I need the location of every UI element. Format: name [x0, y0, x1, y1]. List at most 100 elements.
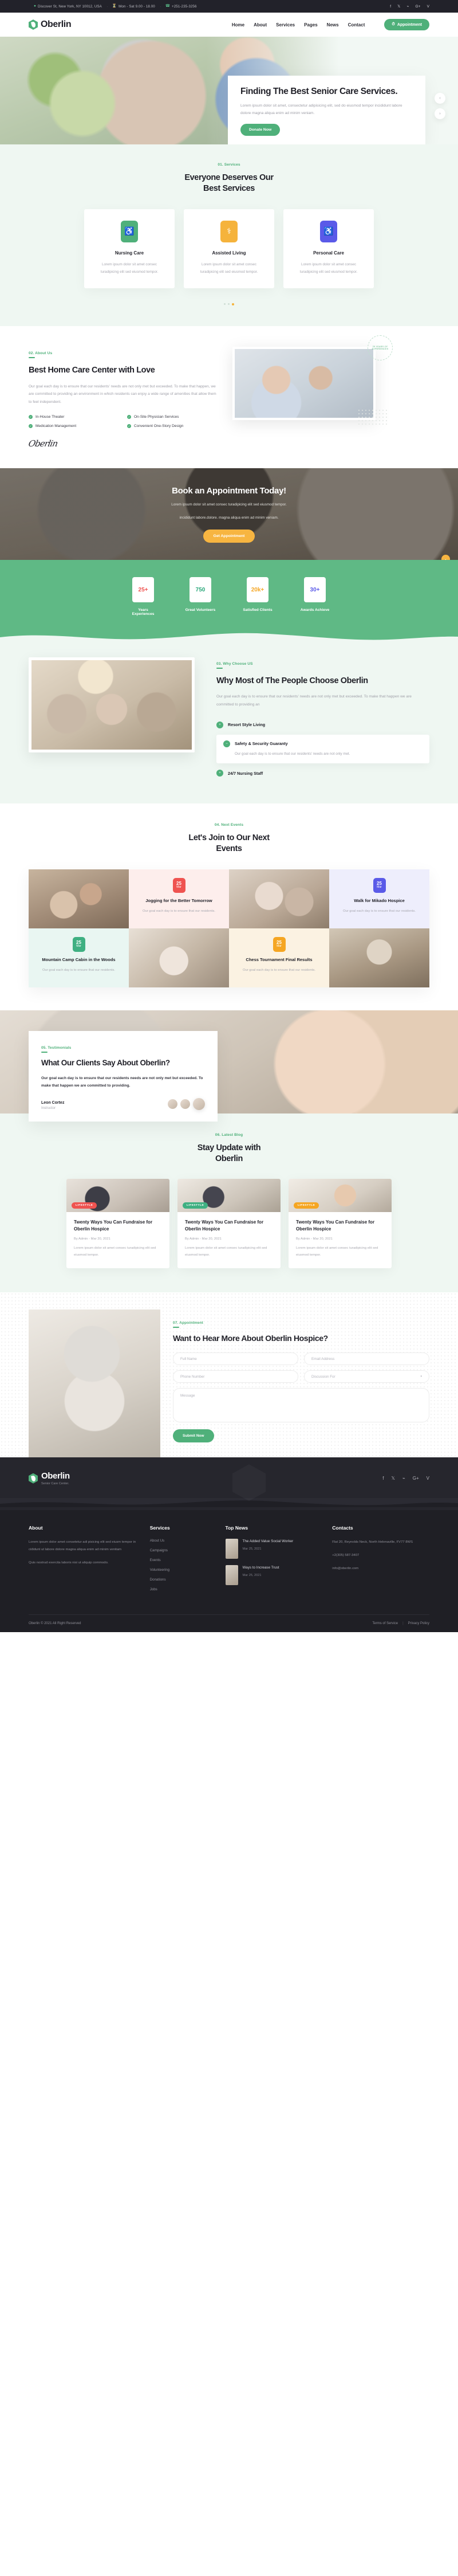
event-card[interactable]: 25 Mar Walk for Mikado Hospice Our goal …: [329, 869, 429, 928]
appointment-photo: [29, 1309, 160, 1458]
blog-thumbnail: LIFESTYLE: [289, 1179, 392, 1213]
donate-now-button[interactable]: Donate Now: [240, 123, 281, 136]
hero-carousel-arrows: ‹ ›: [435, 93, 445, 119]
event-title: Walk for Mikado Hospice: [354, 897, 405, 903]
footer-news-item[interactable]: The Added Value Social Worker Mar 25, 20…: [225, 1539, 320, 1559]
vimeo-icon[interactable]: V: [427, 5, 429, 9]
topbar-hours-text: Mon - Sat 9.00 - 18.00: [119, 4, 155, 9]
service-card[interactable]: ⚕ Assisted Living Lorem ipsum dolor sit …: [184, 209, 274, 288]
vimeo-icon[interactable]: V: [427, 1476, 429, 1481]
footer-link-campaigns[interactable]: Campaigns: [150, 1548, 213, 1552]
why-title: Why Most of The People Choose Oberlin: [216, 676, 368, 686]
event-date-badge: 25 Mar: [273, 936, 286, 952]
blog-tag[interactable]: LIFESTYLE: [183, 1202, 208, 1209]
accordion-item-nursing-staff[interactable]: + 24/7 Nursing Staff: [216, 766, 429, 781]
nav-item-news[interactable]: News: [327, 22, 339, 28]
testimonials-title: What Our Clients Say About Oberlin?: [41, 1058, 170, 1067]
accordion-item-safety-security[interactable]: − Safety & Security Guaranty Our goal ea…: [216, 734, 429, 764]
counter-label: Satisfied Clients: [243, 608, 273, 613]
footer-link-jobs[interactable]: Jobs: [150, 1587, 213, 1591]
why-photo: [29, 657, 195, 753]
accordion-title: Resort Style Living: [228, 722, 266, 728]
footer-topnews-heading: Top News: [225, 1525, 248, 1531]
blog-meta: By Admin - Mar 20, 2021: [185, 1237, 222, 1241]
plus-icon: +: [216, 770, 223, 777]
accordion-title: Safety & Security Guaranty: [235, 741, 288, 747]
carousel-dot[interactable]: [224, 303, 226, 305]
counter-item: 25+ Years Experiences: [127, 577, 159, 616]
blog-card[interactable]: LIFESTYLE Twenty Ways You Can Fundraise …: [289, 1179, 392, 1269]
services-title-line2: Best Services: [203, 183, 255, 193]
service-card[interactable]: ♿ Personal Care Lorem ipsum dolor sit am…: [283, 209, 374, 288]
services-title-line1: Everyone Deserves Our: [184, 173, 274, 182]
footer-contacts-heading: Contacts: [332, 1525, 353, 1531]
message-textarea[interactable]: Message: [173, 1388, 429, 1423]
footer-terms-link[interactable]: Terms of Service: [372, 1622, 398, 1625]
avatar[interactable]: [168, 1099, 177, 1109]
footer-contact-phone[interactable]: +2(305) 587-3407: [332, 1552, 429, 1559]
rss-icon[interactable]: ⌁: [406, 4, 409, 9]
footer-topnews-column: Top News The Added Value Social Worker M…: [225, 1525, 320, 1597]
service-title: Nursing Care: [114, 250, 144, 256]
footer-news-item[interactable]: Ways to Increase Trust Mar 25, 2021: [225, 1565, 320, 1586]
feature-label: Medication Management: [35, 424, 77, 429]
event-card[interactable]: 25 Mar Chess Tournament Final Results Ou…: [229, 928, 329, 987]
service-card[interactable]: ♿ Nursing Care Lorem ipsum dolor sit ame…: [84, 209, 175, 288]
carousel-dot-active[interactable]: [232, 303, 234, 305]
footer-link-donations[interactable]: Donations: [150, 1578, 213, 1582]
phone-input[interactable]: Phone Number: [173, 1370, 298, 1383]
blog-title-line1: Stay Update with: [197, 1143, 261, 1152]
facebook-icon[interactable]: f: [382, 1476, 384, 1481]
full-name-input[interactable]: Full Name: [173, 1352, 298, 1366]
nav-item-home[interactable]: Home: [232, 22, 244, 28]
twitter-icon[interactable]: 𝕏: [391, 1476, 394, 1481]
event-text: Our goal each day is to ensure that our …: [243, 968, 315, 972]
testimonial-avatars: [168, 1098, 205, 1111]
event-card[interactable]: 25 Mar Mountain Camp Cabin in the Woods …: [29, 928, 129, 987]
discussion-select[interactable]: Discussion For: [304, 1370, 429, 1383]
footer-logo[interactable]: Oberlin Senior Care Center.: [29, 1471, 70, 1485]
nav-item-pages[interactable]: Pages: [304, 22, 318, 28]
footer-privacy-link[interactable]: Privacy Policy: [408, 1622, 429, 1625]
facebook-icon[interactable]: f: [390, 5, 391, 9]
hero-paragraph: Lorem ipsum dolor sit amet, consectetur …: [240, 103, 402, 115]
carousel-dot[interactable]: [228, 303, 230, 305]
event-month: Mar: [76, 944, 81, 948]
avatar-active[interactable]: [193, 1098, 205, 1111]
google-plus-icon[interactable]: G+: [416, 5, 421, 9]
event-card[interactable]: 25 Mar Jogging for the Better Tomorrow O…: [129, 869, 229, 928]
nav-item-about[interactable]: About: [254, 22, 267, 28]
experience-badge: 25 YEARS OF EXPERIENCES: [368, 335, 393, 360]
carousel-prev-icon[interactable]: ‹: [435, 93, 445, 104]
footer-link-events[interactable]: Events: [150, 1558, 213, 1562]
blog-tag[interactable]: LIFESTYLE: [294, 1202, 319, 1209]
accordion-item-resort-style-living[interactable]: + Resort Style Living: [216, 717, 429, 732]
footer-link-volunteering[interactable]: Volunteering: [150, 1568, 213, 1572]
email-input[interactable]: Email Address: [304, 1352, 429, 1366]
footer-contact-address: Flat 20, Reynolds Neck, North Helenavill…: [332, 1540, 413, 1544]
nav-item-services[interactable]: Services: [276, 22, 295, 28]
footer-about-column: About Lorem ipsum dolor amet consetetur …: [29, 1525, 137, 1597]
check-icon: ✓: [29, 424, 33, 429]
footer-copyright: Oberlin © 2021 All Right Reserved: [29, 1622, 81, 1626]
footer-contact-email[interactable]: info@oberlin.com: [332, 1565, 429, 1573]
google-plus-icon[interactable]: G+: [413, 1476, 419, 1481]
feature-label: On-Site Physician Services: [134, 415, 179, 419]
avatar[interactable]: [180, 1099, 190, 1109]
twitter-icon[interactable]: 𝕏: [397, 4, 400, 9]
footer-link-about-us[interactable]: About Us: [150, 1539, 213, 1543]
appointment-button[interactable]: ⏱ Appointment: [384, 19, 429, 30]
topbar-phone[interactable]: ☎ +251-235-3256: [160, 4, 202, 9]
get-appointment-button[interactable]: Get Appointment: [203, 529, 255, 543]
logo[interactable]: Oberlin: [29, 19, 72, 30]
blog-card[interactable]: LIFESTYLE Twenty Ways You Can Fundraise …: [66, 1179, 169, 1269]
rss-icon[interactable]: ⌁: [402, 1476, 405, 1481]
blog-card[interactable]: LIFESTYLE Twenty Ways You Can Fundraise …: [177, 1179, 281, 1269]
blog-tag[interactable]: LIFESTYLE: [72, 1202, 97, 1209]
accordion-title: 24/7 Nursing Staff: [228, 770, 263, 776]
submit-now-button[interactable]: Submit Now: [173, 1429, 214, 1443]
carousel-next-icon[interactable]: ›: [435, 108, 445, 119]
check-icon: ✓: [127, 415, 131, 419]
nav-item-contact[interactable]: Contact: [348, 22, 365, 28]
blog-eyebrow: 06. Latest Blog: [215, 1132, 243, 1137]
